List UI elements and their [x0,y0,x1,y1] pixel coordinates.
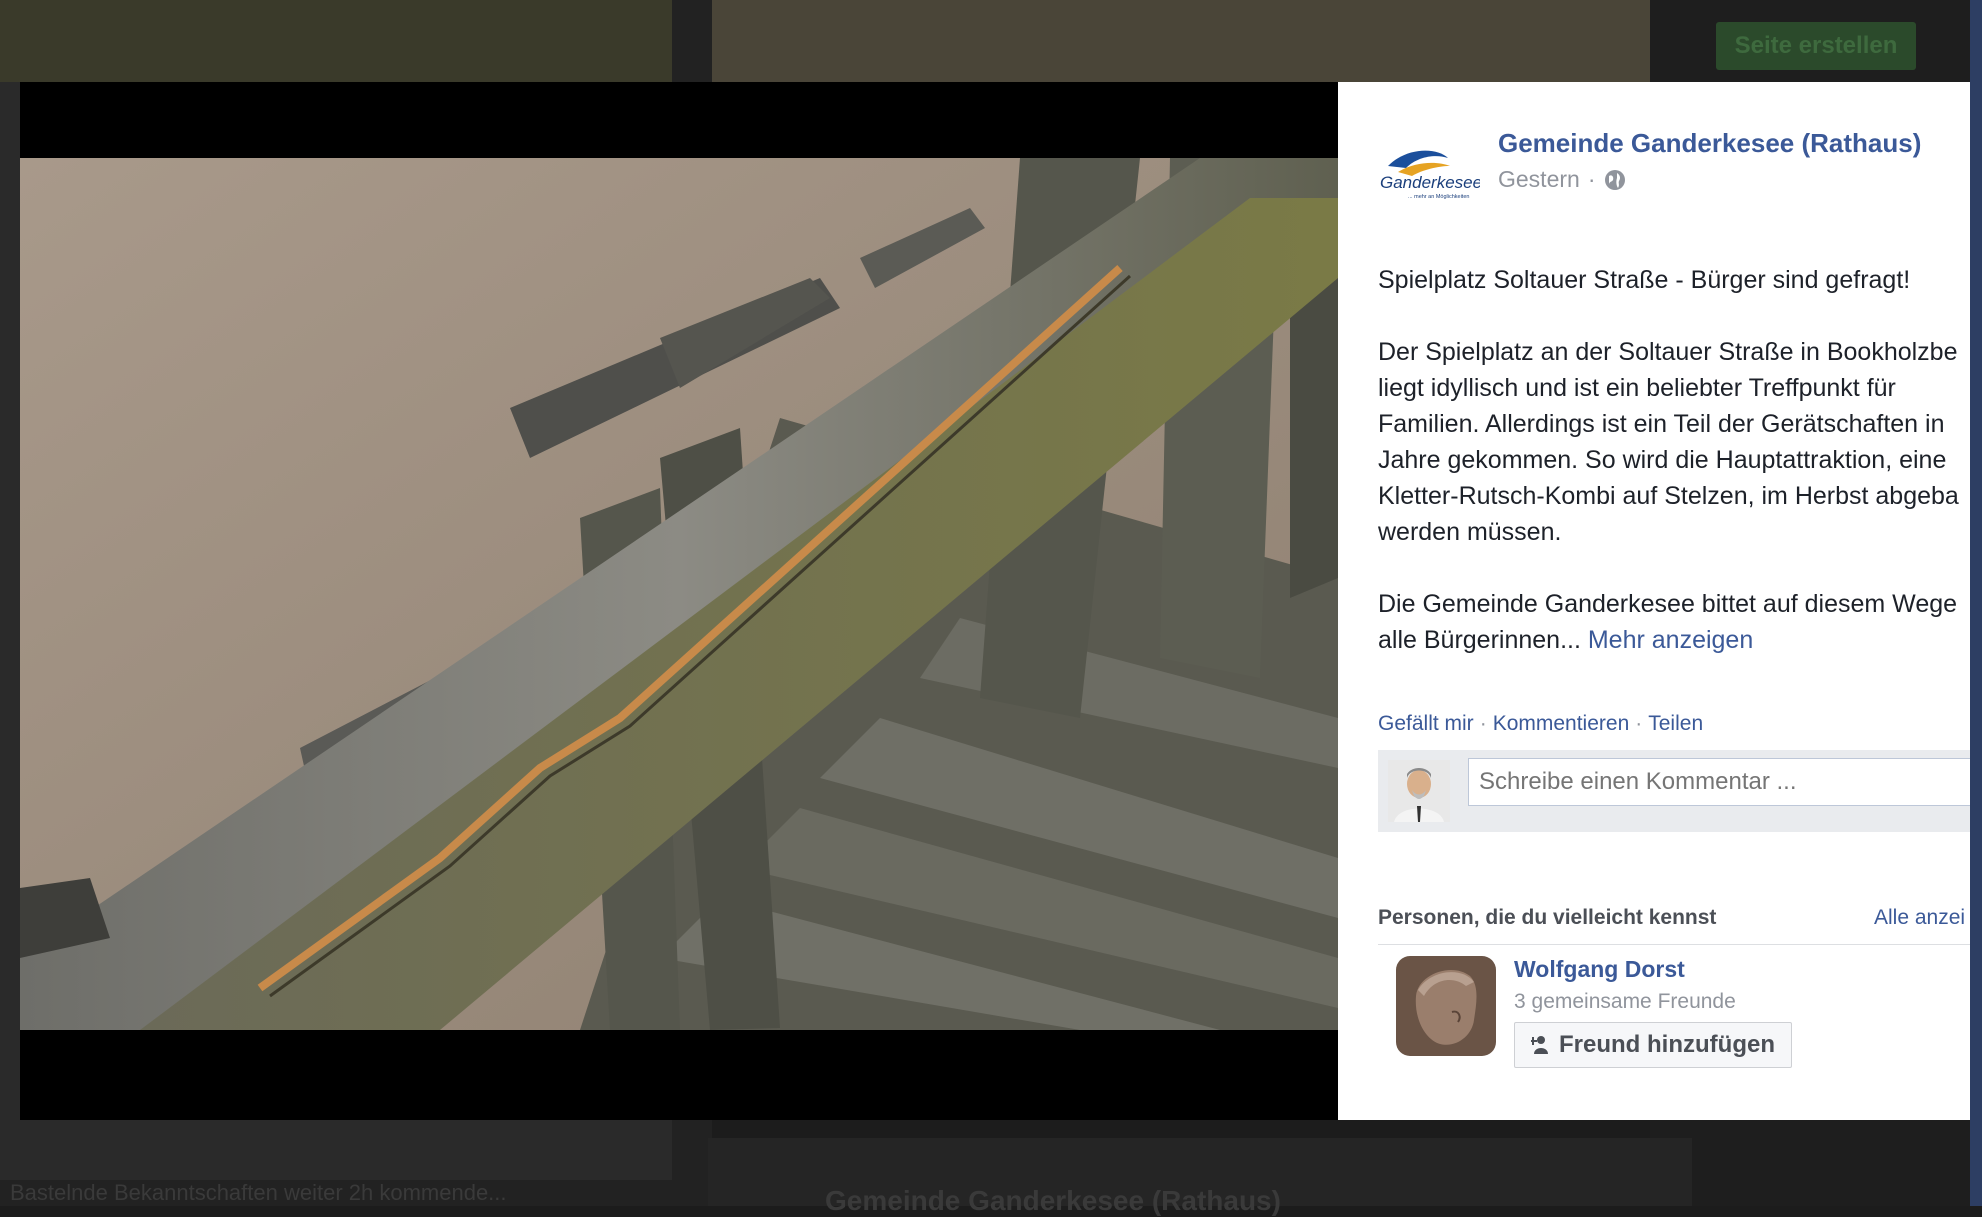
post-meta: Gestern · [1498,166,1626,193]
user-avatar [1388,760,1450,822]
post-paragraph-truncated: Die Gemeinde Ganderkesee bittet auf dies… [1378,586,1970,658]
post-timestamp[interactable]: Gestern [1498,166,1580,193]
action-separator: · [1635,712,1643,735]
action-separator: · [1479,712,1487,735]
see-more-link[interactable]: Mehr anzeigen [1588,626,1753,654]
background-bottom-text: Bastelnde Bekanntschaften weiter 2h komm… [0,1180,680,1206]
friend-name-link[interactable]: Wolfgang Dorst [1514,956,1685,983]
post-body: Spielplatz Soltauer Straße - Bürger sind… [1378,262,1970,694]
page-scrollbar[interactable] [1970,0,1982,1206]
post-sidebar: Ganderkesee ... mehr an Möglichkeiten Ge… [1338,82,1970,1120]
mutual-friends[interactable]: 3 gemeinsame Freunde [1514,990,1736,1014]
post-actions: Gefällt mir · Kommentieren · Teilen [1378,712,1703,736]
add-friend-label: Freund hinzufügen [1559,1031,1775,1058]
playground-photo [20,158,1338,1030]
logo-wordmark: Ganderkesee [1380,173,1480,192]
post-headline: Spielplatz Soltauer Straße - Bürger sind… [1378,266,1911,294]
see-all-link[interactable]: Alle anzei [1874,906,1965,930]
pymk-divider [1378,944,1970,945]
ganderkesee-logo[interactable]: Ganderkesee ... mehr an Möglichkeiten [1378,136,1480,204]
pymk-heading: Personen, die du vielleicht kennst [1378,906,1717,929]
share-link[interactable]: Teilen [1648,712,1703,735]
comment-link[interactable]: Kommentieren [1493,712,1630,735]
add-friend-button[interactable]: Freund hinzufügen [1514,1022,1792,1068]
comment-input[interactable] [1468,758,1970,806]
page-name-link[interactable]: Gemeinde Ganderkesee (Rathaus) [1498,128,1921,159]
photo-viewer[interactable] [20,82,1338,1120]
logo-tagline: ... mehr an Möglichkeiten [1408,194,1469,200]
add-friend-icon [1531,1036,1549,1054]
background-card-title: Gemeinde Ganderkesee (Rathaus) [825,1185,1281,1216]
like-link[interactable]: Gefällt mir [1378,712,1474,735]
background-cover-photo [712,0,1650,82]
comment-composer [1378,750,1970,832]
meta-separator: · [1587,166,1596,192]
friend-avatar[interactable] [1396,956,1496,1056]
background-thumbnail [0,0,672,82]
post-paragraph: Der Spielplatz an der Soltauer Straße in… [1378,338,1959,546]
globe-icon[interactable] [1604,169,1626,191]
create-page-button[interactable]: Seite erstellen [1716,22,1916,70]
